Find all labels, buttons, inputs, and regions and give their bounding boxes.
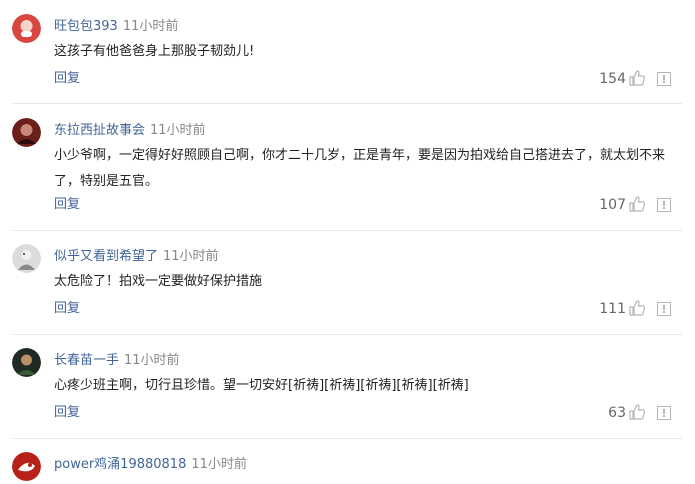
thumbs-up-icon[interactable]	[628, 69, 646, 87]
comment-header: 长春苗一手 11小时前	[54, 352, 180, 370]
comment-text: 太危险了！拍戏一定要做好保护措施	[54, 274, 263, 289]
avatar[interactable]	[12, 14, 41, 43]
like-count: 107	[599, 197, 626, 213]
comment-header: 似乎又看到希望了 11小时前	[54, 248, 219, 266]
comment-item: 长春苗一手 11小时前 心疼少班主啊，切行且珍惜。望一切安好[祈祷][祈祷][祈祷…	[0, 348, 695, 439]
report-icon[interactable]	[657, 198, 671, 212]
username-link[interactable]: 旺包包393	[54, 19, 118, 34]
like-count: 154	[599, 71, 626, 87]
comment-item: 旺包包393 11小时前 这孩子有他爸爸身上那股子韧劲儿! 回复 154	[0, 14, 695, 104]
thumbs-up-icon[interactable]	[628, 403, 646, 421]
reply-button[interactable]: 回复	[54, 404, 80, 422]
comment-time: 11小时前	[163, 249, 219, 264]
report-icon[interactable]	[657, 302, 671, 316]
username-link[interactable]: power鸡涌19880818	[54, 457, 186, 472]
comment-time: 11小时前	[150, 123, 206, 138]
divider	[12, 334, 682, 335]
comment-time: 11小时前	[122, 19, 179, 34]
comment-item: 东拉西扯故事会 11小时前 小少爷啊，一定得好好照顾自己啊，你才二十几岁，正是青年…	[0, 118, 695, 231]
reply-button[interactable]: 回复	[54, 196, 80, 214]
divider	[12, 438, 682, 439]
avatar[interactable]	[12, 348, 41, 377]
comment-time: 11小时前	[124, 353, 180, 368]
username-link[interactable]: 长春苗一手	[54, 353, 119, 368]
like-count: 63	[608, 405, 626, 421]
avatar[interactable]	[12, 118, 41, 147]
reply-button[interactable]: 回复	[54, 70, 80, 88]
like-count: 111	[599, 301, 626, 317]
avatar[interactable]	[12, 452, 41, 481]
username-link[interactable]: 东拉西扯故事会	[54, 123, 145, 138]
reply-button[interactable]: 回复	[54, 300, 80, 318]
avatar[interactable]	[12, 244, 41, 273]
divider	[12, 230, 682, 231]
comment-header: power鸡涌19880818 11小时前	[54, 456, 247, 474]
comment-time: 11小时前	[191, 457, 247, 472]
thumbs-up-icon[interactable]	[628, 195, 646, 213]
comment-text: 这孩子有他爸爸身上那股子韧劲儿!	[54, 44, 255, 59]
comment-header: 东拉西扯故事会 11小时前	[54, 122, 206, 140]
username-link[interactable]: 似乎又看到希望了	[54, 249, 158, 264]
comment-text: 心疼少班主啊，切行且珍惜。望一切安好[祈祷][祈祷][祈祷][祈祷][祈祷]	[54, 378, 469, 393]
divider	[12, 103, 682, 104]
comment-item: power鸡涌19880818 11小时前	[0, 452, 695, 484]
comment-text: 小少爷啊，一定得好好照顾自己啊，你才二十几岁，正是青年，要是因为拍戏给自己搭进去…	[54, 148, 666, 189]
report-icon[interactable]	[657, 72, 671, 86]
comment-item: 似乎又看到希望了 11小时前 太危险了！拍戏一定要做好保护措施 回复 111	[0, 244, 695, 335]
report-icon[interactable]	[657, 406, 671, 420]
comment-header: 旺包包393 11小时前	[54, 18, 178, 36]
thumbs-up-icon[interactable]	[628, 299, 646, 317]
